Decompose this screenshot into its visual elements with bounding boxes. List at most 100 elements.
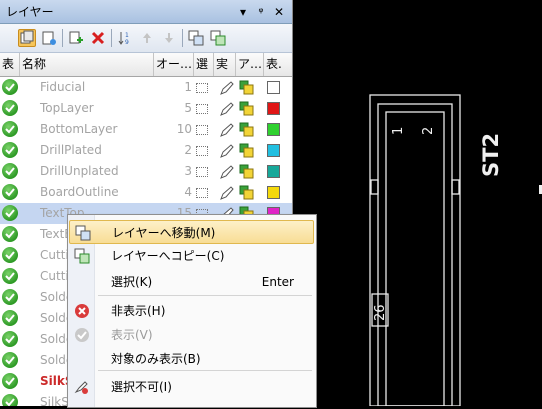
checkmark-icon	[5, 314, 15, 323]
selectable-checkbox[interactable]	[196, 125, 208, 135]
checkmark-icon	[5, 209, 15, 218]
selectable-checkbox[interactable]	[196, 104, 208, 114]
checkmark-icon	[5, 356, 15, 365]
layer-copy-icon	[210, 30, 226, 46]
sort-icon: 19	[118, 32, 129, 46]
close-icon[interactable]: ✕	[272, 5, 286, 19]
visible-check-icon[interactable]	[2, 268, 18, 284]
visible-check-icon[interactable]	[2, 310, 18, 326]
visible-check-icon[interactable]	[2, 163, 18, 179]
pin-icon[interactable]: ᵠ	[254, 5, 268, 19]
visible-check-icon[interactable]	[2, 289, 18, 305]
menu-item[interactable]: 対象のみ表示(B)	[69, 347, 314, 371]
column-header-order[interactable]: オー…	[154, 53, 194, 76]
checkmark-icon	[5, 146, 15, 155]
visible-check-icon[interactable]	[2, 142, 18, 158]
visible-check-icon[interactable]	[2, 79, 18, 95]
component-ref-label: ST2	[479, 133, 503, 177]
visible-check-icon[interactable]	[2, 226, 18, 242]
layer-row[interactable]: BoardOutline 4	[0, 182, 292, 203]
dropdown-icon[interactable]: ▾	[236, 5, 250, 19]
layer-color-swatch[interactable]	[267, 165, 280, 178]
menu-item[interactable]: 非表示(H)	[69, 299, 314, 323]
arrow-up-icon	[143, 33, 151, 43]
menu-separator	[98, 370, 312, 371]
outline-notch-right	[451, 179, 460, 195]
layer-name: TopLayer	[40, 101, 94, 115]
layer-row[interactable]: DrillPlated 2	[0, 140, 292, 161]
visible-check-icon[interactable]	[2, 100, 18, 116]
arrow-down-icon	[165, 33, 173, 43]
layer-stack-icon[interactable]	[239, 101, 255, 117]
menu-item[interactable]: 表示(V)	[69, 323, 314, 347]
menu-item[interactable]: 選択不可(I)	[69, 375, 314, 399]
layer-row[interactable]: TopLayer 5	[0, 98, 292, 119]
column-header-real[interactable]: 実	[214, 53, 236, 76]
column-header-visible[interactable]: 表	[0, 53, 20, 76]
checkmark-icon	[5, 83, 15, 92]
layer-color-swatch[interactable]	[267, 144, 280, 157]
menu-item[interactable]: 選択(K) Enter	[69, 270, 314, 294]
menu-item-label: 非表示(H)	[111, 304, 166, 318]
layer-copy-button[interactable]	[209, 29, 227, 47]
layer-name: DrillUnplated	[40, 164, 119, 178]
add-layer-button[interactable]	[67, 29, 85, 47]
layer-color-swatch[interactable]	[267, 123, 280, 136]
visible-check-icon[interactable]	[2, 373, 18, 389]
pin-26-label: 26	[373, 304, 388, 321]
sort-button[interactable]: 19	[116, 29, 134, 47]
svg-text:9: 9	[125, 39, 129, 46]
column-header-select[interactable]: 選	[194, 53, 214, 76]
layer-color-swatch[interactable]	[267, 186, 280, 199]
layer-stack-icon[interactable]	[239, 143, 255, 159]
layer-row[interactable]: DrillUnplated 3	[0, 161, 292, 182]
pencil-icon[interactable]	[219, 80, 235, 96]
menu-item[interactable]: レイヤーへコピー(C)	[69, 244, 314, 268]
column-header-name[interactable]: 名称	[20, 53, 154, 76]
visible-check-icon[interactable]	[2, 352, 18, 368]
selectable-checkbox[interactable]	[196, 146, 208, 156]
pencil-icon[interactable]	[219, 101, 235, 117]
visible-check-icon[interactable]	[2, 331, 18, 347]
menu-item-label: レイヤーへコピー(C)	[111, 249, 225, 263]
layer-properties-button[interactable]	[40, 29, 58, 47]
visible-check-icon[interactable]	[2, 121, 18, 137]
layer-view-button[interactable]	[18, 29, 36, 47]
add-layer-icon	[69, 31, 83, 44]
layer-color-swatch[interactable]	[267, 102, 280, 115]
layer-move-button[interactable]	[187, 29, 205, 47]
layer-color-swatch[interactable]	[267, 81, 280, 94]
outer-outline	[369, 94, 461, 407]
pencil-icon[interactable]	[219, 143, 235, 159]
show-icon	[75, 328, 89, 342]
visible-check-icon[interactable]	[2, 394, 18, 406]
checkmark-icon	[5, 293, 15, 302]
delete-layer-button[interactable]	[89, 29, 107, 47]
layer-stack-icon[interactable]	[239, 164, 255, 180]
layer-row[interactable]: Fiducial 1	[0, 77, 292, 98]
checkmark-icon	[5, 188, 15, 197]
menu-item-label: 選択(K)	[111, 275, 153, 289]
column-header-attr[interactable]: ア…	[236, 53, 264, 76]
selectable-checkbox[interactable]	[196, 167, 208, 177]
move-down-button[interactable]	[160, 29, 178, 47]
move-up-button[interactable]	[138, 29, 156, 47]
pencil-icon[interactable]	[219, 122, 235, 138]
menu-item[interactable]: レイヤーへ移動(M)	[69, 220, 314, 244]
selectable-checkbox[interactable]	[196, 188, 208, 198]
visible-check-icon[interactable]	[2, 247, 18, 263]
layer-order: 1	[184, 80, 192, 94]
column-header-display[interactable]: 表.	[264, 53, 292, 76]
visible-check-icon[interactable]	[2, 205, 18, 221]
layer-row[interactable]: BottomLayer 10	[0, 119, 292, 140]
layer-order: 4	[184, 185, 192, 199]
visible-check-icon[interactable]	[2, 184, 18, 200]
layer-stack-icon[interactable]	[239, 80, 255, 96]
pencil-icon[interactable]	[219, 185, 235, 201]
layer-stack-icon[interactable]	[239, 122, 255, 138]
pencil-icon[interactable]	[219, 164, 235, 180]
layer-stack-icon[interactable]	[239, 185, 255, 201]
board-canvas[interactable]: 1 2 ST2 26	[293, 0, 542, 407]
selectable-checkbox[interactable]	[196, 83, 208, 93]
pin-2-label: 2	[421, 127, 436, 135]
